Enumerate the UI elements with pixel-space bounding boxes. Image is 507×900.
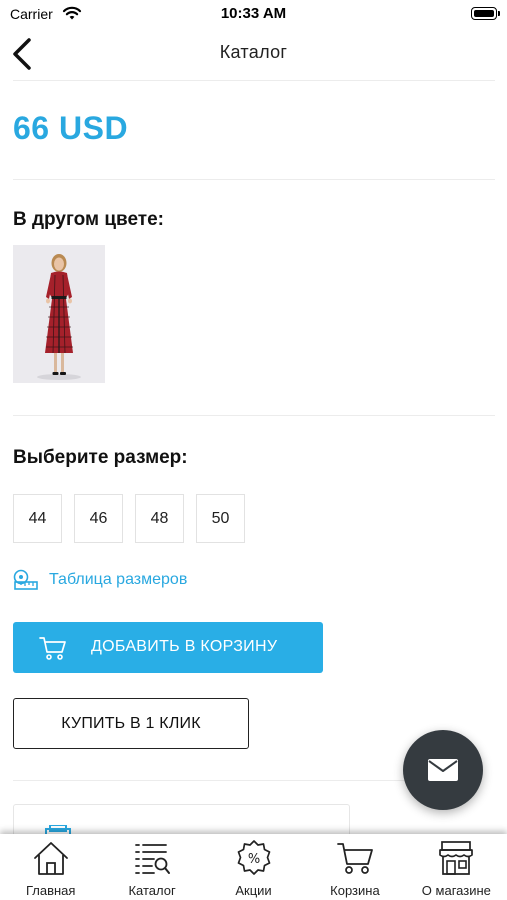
status-bar: Carrier 10:33 AM xyxy=(0,0,507,28)
size-option-46[interactable]: 46 xyxy=(74,494,123,543)
buy-one-click-label: КУПИТЬ В 1 КЛИК xyxy=(61,715,201,732)
contact-mail-button[interactable] xyxy=(403,730,483,810)
tab-about-store-label: О магазине xyxy=(421,883,491,898)
tab-home[interactable]: Главная xyxy=(0,834,101,900)
product-price: 66 USD xyxy=(13,110,129,146)
envelope-icon xyxy=(428,759,458,781)
tab-cart-label: Корзина xyxy=(330,883,380,898)
tab-promotions-label: Акции xyxy=(235,883,272,898)
add-to-cart-label: ДОБАВИТЬ В КОРЗИНУ xyxy=(91,638,278,655)
status-time: 10:33 AM xyxy=(220,5,287,22)
size-options: 44 46 48 50 xyxy=(13,494,245,543)
dress-photo xyxy=(13,245,105,383)
add-to-cart-button[interactable]: ДОБАВИТЬ В КОРЗИНУ xyxy=(13,622,323,673)
battery-icon xyxy=(471,7,500,20)
size-select-title: Выберите размер: xyxy=(13,447,188,468)
divider xyxy=(13,179,495,180)
tab-cart[interactable]: Корзина xyxy=(304,834,405,900)
buy-one-click-button[interactable]: КУПИТЬ В 1 КЛИК xyxy=(13,698,249,749)
tab-home-label: Главная xyxy=(25,883,76,898)
size-chart-label: Таблица размеров xyxy=(49,571,188,588)
tab-catalog-label: Каталог xyxy=(128,883,176,898)
page-title: Каталог xyxy=(219,42,288,62)
tab-about-store[interactable]: О магазине xyxy=(406,834,507,900)
size-option-48[interactable]: 48 xyxy=(135,494,184,543)
svg-text:%: % xyxy=(247,852,259,867)
size-option-44[interactable]: 44 xyxy=(13,494,62,543)
size-chart-link[interactable]: Таблица размеров xyxy=(13,569,187,591)
size-option-50[interactable]: 50 xyxy=(196,494,245,543)
home-icon xyxy=(33,842,68,875)
percent-badge-icon: % xyxy=(237,840,270,875)
color-variant-thumbnail[interactable] xyxy=(13,245,105,383)
other-colors-title: В другом цвете: xyxy=(13,209,164,230)
store-icon xyxy=(439,841,474,875)
cart-icon xyxy=(39,637,66,660)
divider xyxy=(13,80,495,81)
cart-icon xyxy=(337,843,373,874)
tab-promotions[interactable]: % Акции xyxy=(203,834,304,900)
catalog-list-icon xyxy=(135,844,171,874)
tab-catalog[interactable]: Каталог xyxy=(101,834,202,900)
divider xyxy=(13,780,413,781)
divider xyxy=(13,415,495,416)
navigation-bar: Каталог xyxy=(0,28,507,80)
measuring-tape-icon xyxy=(13,569,38,590)
bottom-tab-bar: Главная Каталог % Акции Корзина О магази… xyxy=(0,834,507,900)
